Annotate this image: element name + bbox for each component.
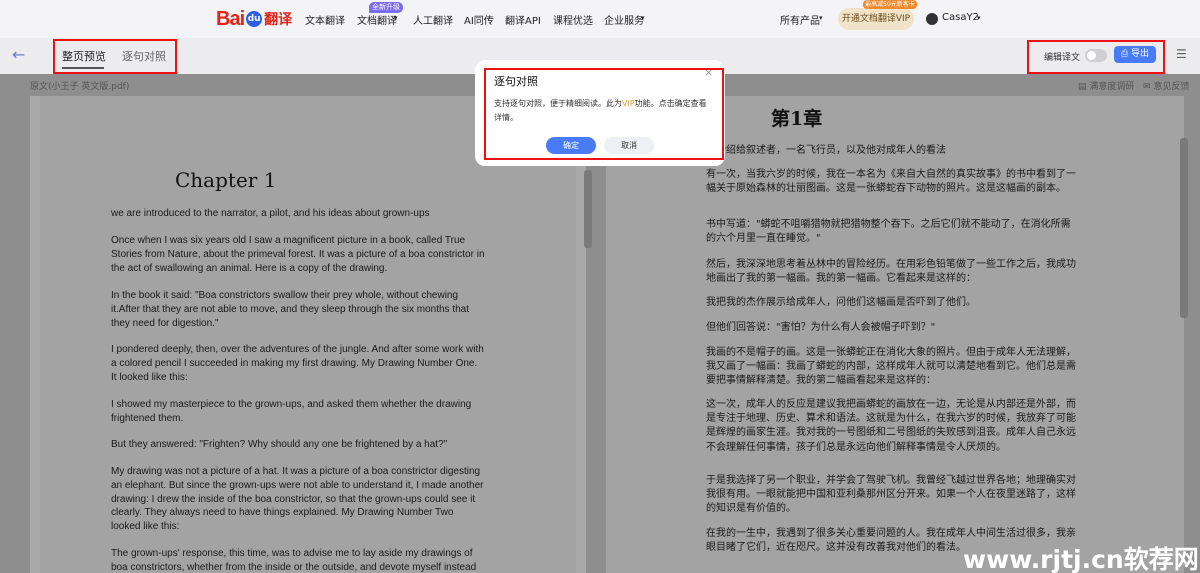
original-paragraph: Once when I was six years old I saw a ma…: [111, 235, 485, 274]
translation-paragraph: 被介绍给叙述者，一名飞行员，以及他对成年人的看法: [706, 145, 946, 156]
chevron-down-icon: ▾: [394, 14, 398, 22]
avatar[interactable]: [926, 13, 938, 25]
original-scrollbar[interactable]: [584, 170, 592, 248]
translation-paragraph: 有一次，当我六岁的时候，我在一本名为《来自大自然的真实故事》的书中看到了一幅关于…: [706, 169, 1076, 195]
logo-bai-text: Bai: [216, 7, 245, 30]
original-paragraph: My drawing was not a picture of a hat. I…: [111, 466, 484, 533]
translation-paragraph: 这一次，成年人的反应是建议我把画蟒蛇的画放在一边，无论是从内部还是外部，而是专注…: [706, 399, 1076, 453]
translation-scrollbar[interactable]: [1180, 138, 1188, 318]
original-paragraph: The grown-ups' response, this time, was …: [111, 548, 477, 573]
chevron-down-icon: ▾: [819, 14, 823, 22]
survey-link[interactable]: ▤ 满意度调研: [1078, 79, 1134, 92]
top-nav-bar: [0, 0, 1200, 38]
translation-paragraph: 我画的不是帽子的画。这是一张蟒蛇正在消化大象的照片。但由于成年人无法理解，我又画…: [706, 347, 1076, 387]
chevron-down-icon: ▾: [977, 14, 981, 22]
chevron-down-icon: ▾: [641, 14, 645, 22]
open-vip-button[interactable]: 开通文档翻译VIP: [838, 8, 914, 30]
source-file-name: 原文(小王子 英文版.pdf): [30, 82, 130, 92]
nav-text-translate[interactable]: 文本翻译: [305, 12, 345, 27]
logo-fanyi-text: 翻译: [264, 12, 293, 28]
original-paragraph: we are introduced to the narrator, a pil…: [111, 208, 430, 219]
menu-icon[interactable]: ☰: [1176, 47, 1187, 61]
highlight-box-tabs: [53, 39, 177, 74]
translation-paragraph: 于是我选择了另一个职业，并学会了驾驶飞机。我曾经飞越过世界各地；地理确实对我很有…: [706, 475, 1076, 515]
new-upgrade-badge: 全新升级: [369, 2, 403, 13]
highlight-box-modal: [484, 68, 724, 160]
back-arrow-icon[interactable]: ←: [12, 45, 25, 64]
nav-human-translate[interactable]: 人工翻译: [413, 12, 453, 27]
vip-promo-tag: 最高减50元新客卡: [863, 0, 917, 9]
survey-icon: ▤: [1078, 82, 1090, 92]
nav-doc-translate[interactable]: 文档翻译: [357, 12, 397, 27]
username[interactable]: CasaY2: [942, 12, 979, 23]
original-paragraph: I showed my masterpiece to the grown-ups…: [111, 399, 472, 424]
feedback-link[interactable]: ✉ 意见反馈: [1143, 79, 1189, 92]
translation-paragraph: 我把我的杰作展示给成年人，问他们这幅画是否吓到了他们。: [706, 297, 976, 308]
translation-paragraph: 然后，我深深地思考着丛林中的冒险经历。在用彩色铅笔做了一些工作之后，我成功地画出…: [706, 259, 1076, 285]
translation-paragraph: 但他们回答说："害怕？为什么有人会被帽子吓到？": [706, 322, 936, 333]
feedback-label: 意见反馈: [1153, 82, 1190, 92]
original-chapter-title: Chapter 1: [175, 168, 277, 192]
nav-ai-interpret[interactable]: AI同传: [464, 12, 494, 27]
original-paragraph: I pondered deeply, then, over the advent…: [111, 344, 484, 383]
translation-paragraph: 书中写道："蟒蛇不咀嚼猎物就把猎物整个吞下。之后它们就不能动了，在消化所需的六个…: [706, 219, 1071, 245]
all-products-menu[interactable]: 所有产品: [780, 12, 820, 27]
survey-label: 满意度调研: [1089, 82, 1135, 92]
original-paragraph: But they answered: "Frighten? Why should…: [111, 439, 448, 450]
feedback-icon: ✉: [1143, 82, 1154, 92]
nav-translate-api[interactable]: 翻译API: [505, 12, 541, 27]
original-paragraph: In the book it said: "Boa constrictors s…: [111, 290, 469, 329]
nav-enterprise[interactable]: 企业服务: [604, 12, 644, 27]
nav-courses[interactable]: 课程优选: [553, 12, 593, 27]
site-watermark: www.rjtj.cn软荐网: [963, 545, 1199, 573]
logo-paw-icon: du: [246, 11, 263, 27]
baidu-fanyi-logo[interactable]: Bai du 翻译: [216, 6, 292, 32]
highlight-box-export: [1027, 40, 1165, 74]
translation-chapter-title: 第1章: [771, 108, 823, 130]
